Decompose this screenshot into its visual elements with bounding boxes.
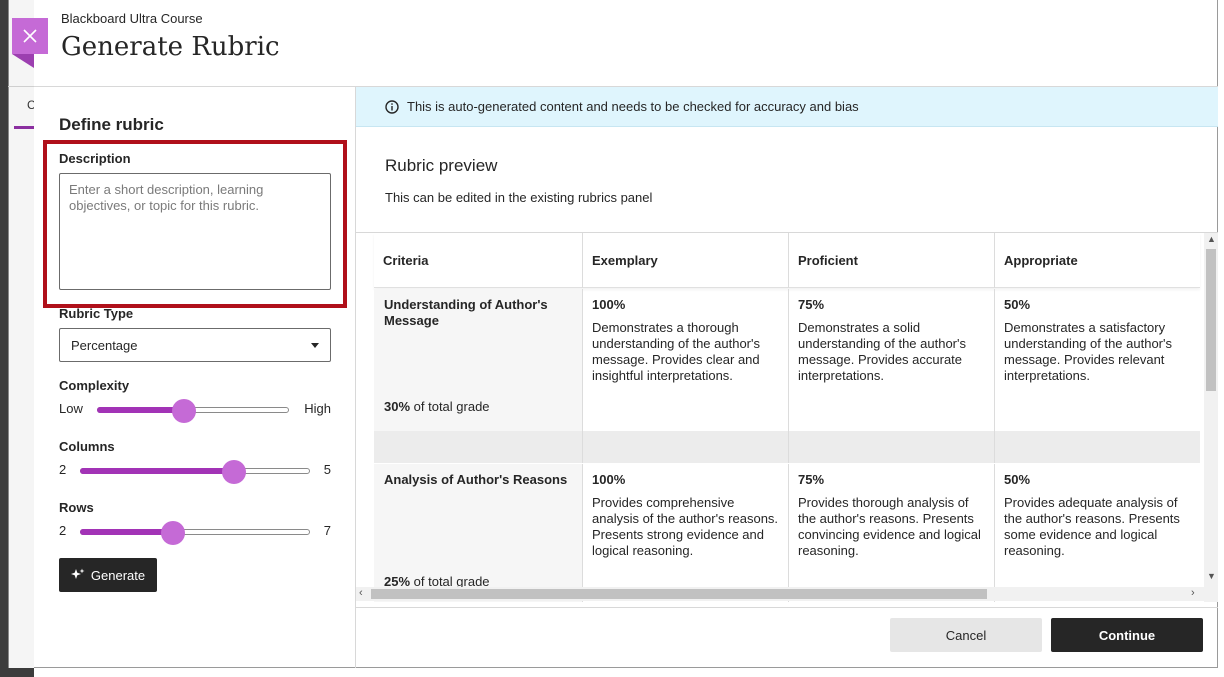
columns-max-label: 5 (323, 462, 331, 477)
generate-rubric-panel: Blackboard Ultra Course Generate Rubric … (34, 0, 1218, 668)
complexity-fill (97, 407, 184, 413)
rows-min-label: 2 (59, 523, 67, 538)
complexity-min-label: Low (59, 401, 83, 416)
rubric-type-select[interactable]: Percentage (59, 328, 331, 362)
criterion-cell[interactable]: Understanding of Author's Message 30% of… (374, 289, 582, 431)
columns-track[interactable] (80, 460, 310, 484)
rubric-preview-heading: Rubric preview (385, 156, 498, 175)
columns-fill (80, 468, 234, 474)
close-icon (23, 29, 37, 43)
background-tab-underline (14, 126, 34, 129)
rows-slider: 2 7 (59, 519, 331, 545)
criterion-cell[interactable]: Analysis of Author's Reasons 25% of tota… (374, 464, 582, 602)
complexity-thumb[interactable] (172, 399, 197, 423)
level-cell[interactable]: 100% Provides comprehensive analysis of … (582, 464, 788, 602)
background-divider (8, 86, 34, 87)
complexity-label: Complexity (59, 378, 130, 393)
level-description: Provides adequate analysis of the author… (1004, 495, 1180, 558)
scroll-down-icon[interactable]: ▼ (1207, 571, 1216, 581)
continue-button[interactable]: Continue (1051, 618, 1203, 652)
header-criteria: Criteria (383, 253, 429, 268)
rubric-preview-subtext: This can be edited in the existing rubri… (385, 190, 653, 205)
scroll-up-icon[interactable]: ▲ (1207, 234, 1216, 244)
ai-notice-banner: This is auto-generated content and needs… (356, 87, 1218, 127)
table-row: Understanding of Author's Message 30% of… (374, 289, 1200, 431)
level-cell[interactable]: 50% Demonstrates a satisfactory understa… (994, 289, 1200, 431)
cancel-button[interactable]: Cancel (890, 618, 1042, 652)
complexity-slider: Low High (59, 397, 331, 423)
sparkle-icon (70, 568, 85, 579)
columns-thumb[interactable] (222, 460, 247, 484)
rows-thumb[interactable] (161, 521, 185, 545)
column-divider (994, 431, 995, 463)
level-cell[interactable]: 75% Provides thorough analysis of the au… (788, 464, 994, 602)
generate-label: Generate (90, 567, 146, 583)
level-cell[interactable]: 50% Provides adequate analysis of the au… (994, 464, 1200, 602)
column-divider (788, 431, 789, 463)
weight-percent: 30% (384, 399, 411, 414)
level-percent: 50% (1004, 297, 1031, 312)
level-cell[interactable]: 75% Demonstrates a solid understanding o… (788, 289, 994, 431)
panel-footer: Cancel Continue (356, 607, 1218, 668)
criterion-weight: 30% of total grade (384, 399, 490, 415)
chevron-down-icon (311, 342, 319, 348)
level-description: Demonstrates a solid understanding of th… (798, 320, 966, 383)
info-icon (385, 99, 399, 114)
level-description: Provides comprehensive analysis of the a… (592, 495, 779, 558)
columns-label: Columns (59, 439, 115, 454)
horizontal-scroll-thumb[interactable] (371, 589, 987, 599)
level-cell[interactable]: 100% Demonstrates a thorough understandi… (582, 289, 788, 431)
rubric-type-value: Percentage (71, 337, 138, 353)
generate-button[interactable]: Generate (59, 558, 157, 592)
scroll-right-icon[interactable]: › (1191, 587, 1195, 599)
level-percent: 75% (798, 472, 825, 487)
level-description: Provides thorough analysis of the author… (798, 495, 981, 558)
column-divider (582, 431, 583, 463)
description-label: Description (59, 151, 131, 166)
complexity-max-label: High (304, 401, 331, 416)
criterion-name: Analysis of Author's Reasons (384, 472, 568, 487)
description-input[interactable] (59, 173, 331, 290)
criterion-name: Understanding of Author's Message (384, 297, 548, 328)
level-percent: 75% (798, 297, 825, 312)
columns-min-label: 2 (59, 462, 67, 477)
header-proficient: Proficient (788, 233, 994, 288)
rubric-table-viewport: Criteria Exemplary Proficient Appropriat… (356, 232, 1218, 602)
level-description: Demonstrates a satisfactory understandin… (1004, 320, 1172, 383)
vertical-scroll-thumb[interactable] (1206, 249, 1216, 391)
columns-slider: 2 5 (59, 458, 331, 484)
level-percent: 100% (592, 297, 626, 312)
header-exemplary: Exemplary (582, 233, 788, 288)
notice-text: This is auto-generated content and needs… (407, 99, 859, 114)
row-separator (374, 431, 1200, 463)
scroll-left-icon[interactable]: ‹ (359, 587, 363, 599)
rubric-preview-pane: This is auto-generated content and needs… (356, 87, 1218, 668)
course-name: Blackboard Ultra Course (61, 11, 203, 26)
weight-suffix: of total grade (410, 399, 490, 414)
define-rubric-pane: Define rubric Description Rubric Type Pe… (34, 87, 356, 668)
define-rubric-heading: Define rubric (59, 115, 164, 134)
rows-max-label: 7 (323, 523, 331, 538)
rows-label: Rows (59, 500, 94, 515)
complexity-track[interactable] (97, 399, 289, 423)
horizontal-scrollbar[interactable]: ‹ › (356, 587, 1218, 601)
level-percent: 50% (1004, 472, 1031, 487)
rubric-type-label: Rubric Type (59, 306, 134, 321)
close-button[interactable] (12, 18, 48, 68)
rubric-table-header: Criteria Exemplary Proficient Appropriat… (374, 233, 1200, 288)
panel-header: Blackboard Ultra Course Generate Rubric (34, 0, 1218, 87)
header-appropriate: Appropriate (994, 233, 1200, 288)
page-title: Generate Rubric (61, 32, 280, 62)
level-percent: 100% (592, 472, 626, 487)
rows-track[interactable] (80, 521, 310, 545)
level-description: Demonstrates a thorough understanding of… (592, 320, 760, 383)
rows-fill (80, 529, 172, 535)
vertical-scrollbar[interactable]: ▲ ▼ (1204, 233, 1218, 602)
background-course-page: C (0, 0, 36, 677)
table-row: Analysis of Author's Reasons 25% of tota… (374, 464, 1200, 602)
